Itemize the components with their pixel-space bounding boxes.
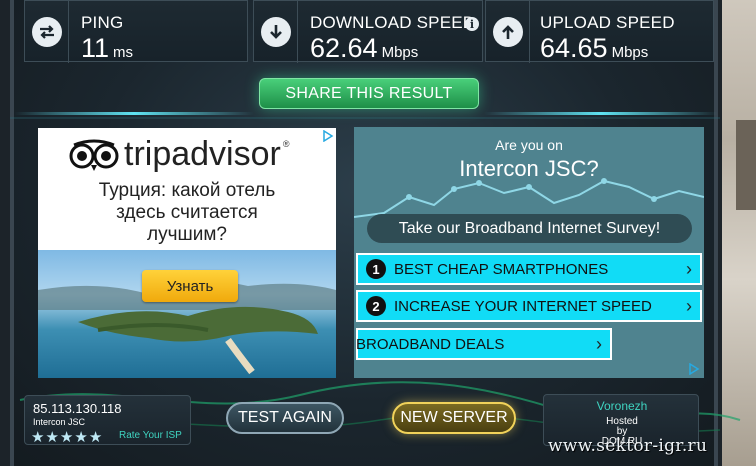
ad-item-internet-speed[interactable]: 2 INCREASE YOUR INTERNET SPEED › [356,290,702,322]
star-icon: ★ [45,429,59,446]
site-watermark: www.sektor-igr.ru [548,436,708,456]
survey-question-line2: Intercon JSC? [459,156,599,181]
download-arrow-icon [260,17,291,47]
ping-label: PING [81,13,124,32]
download-value: 62.64 Mbps [310,33,419,63]
tripadvisor-ad[interactable]: tripadvisor ® Турция: какой отель здесь с… [38,128,336,378]
coast-photo: Узнать [38,250,336,378]
server-city: Voronezh [596,399,648,413]
share-result-button[interactable]: SHARE THIS RESULT [259,78,479,109]
upload-panel: UPLOAD SPEED 64.65 Mbps [485,0,714,63]
ping-arrows-icon [31,17,62,47]
chevron-right-icon: › [686,296,692,316]
tripadvisor-brand: tripadvisor [124,134,281,173]
chevron-right-icon: › [686,259,692,279]
tripadvisor-logo: tripadvisor ® [68,134,289,174]
star-icon: ★ [74,429,88,446]
adchoices-icon[interactable] [688,363,700,375]
adchoices-icon[interactable] [322,130,334,142]
survey-button[interactable]: Take our Broadband Internet Survey! [367,214,692,243]
chevron-right-icon: › [596,334,602,354]
test-again-button[interactable]: TEST AGAIN [226,402,344,434]
glow-line-right [484,112,718,115]
learn-more-button[interactable]: Узнать [142,270,238,302]
upload-arrow-icon [492,17,523,47]
new-server-button[interactable]: NEW SERVER [392,402,516,434]
download-panel: DOWNLOAD SPEED i 62.64 Mbps [253,0,483,63]
survey-question-line1: Are you on [495,137,563,153]
star-icon: ★ [88,429,103,446]
ad-item-broadband-deals[interactable]: BROADBAND DEALS › [356,328,612,360]
ping-panel: PING 11 ms [24,0,248,63]
upload-label: UPLOAD SPEED [540,13,675,32]
client-info-panel: 85.113.130.118 Intercon JSC ★ ★ ★ ★ ★ Rate Y… [24,395,191,446]
isp-survey-ad[interactable]: Are you on Intercon JSC? Take our Broadb… [354,127,704,378]
background-page-strip [722,0,756,466]
isp-rating-stars[interactable]: ★ ★ ★ ★ ★ [31,428,103,446]
download-label: DOWNLOAD SPEED [310,13,476,32]
star-icon: ★ [59,429,74,446]
client-ip: 85.113.130.118 [33,401,122,416]
glow-line-left [14,112,254,115]
owl-eyes-icon [69,139,119,171]
ping-value: 11 ms [81,33,134,63]
ad-headline: Турция: какой отель здесь считается лучш… [98,180,276,245]
ad-item-smartphones[interactable]: 1 BEST CHEAP SMARTPHONES › [356,253,702,285]
client-isp: Intercon JSC [33,417,86,427]
info-icon[interactable]: i [465,17,479,31]
rate-isp-link[interactable]: Rate Your ISP [119,430,182,441]
upload-value: 64.65 Mbps [540,33,649,63]
star-icon: ★ [31,429,45,446]
